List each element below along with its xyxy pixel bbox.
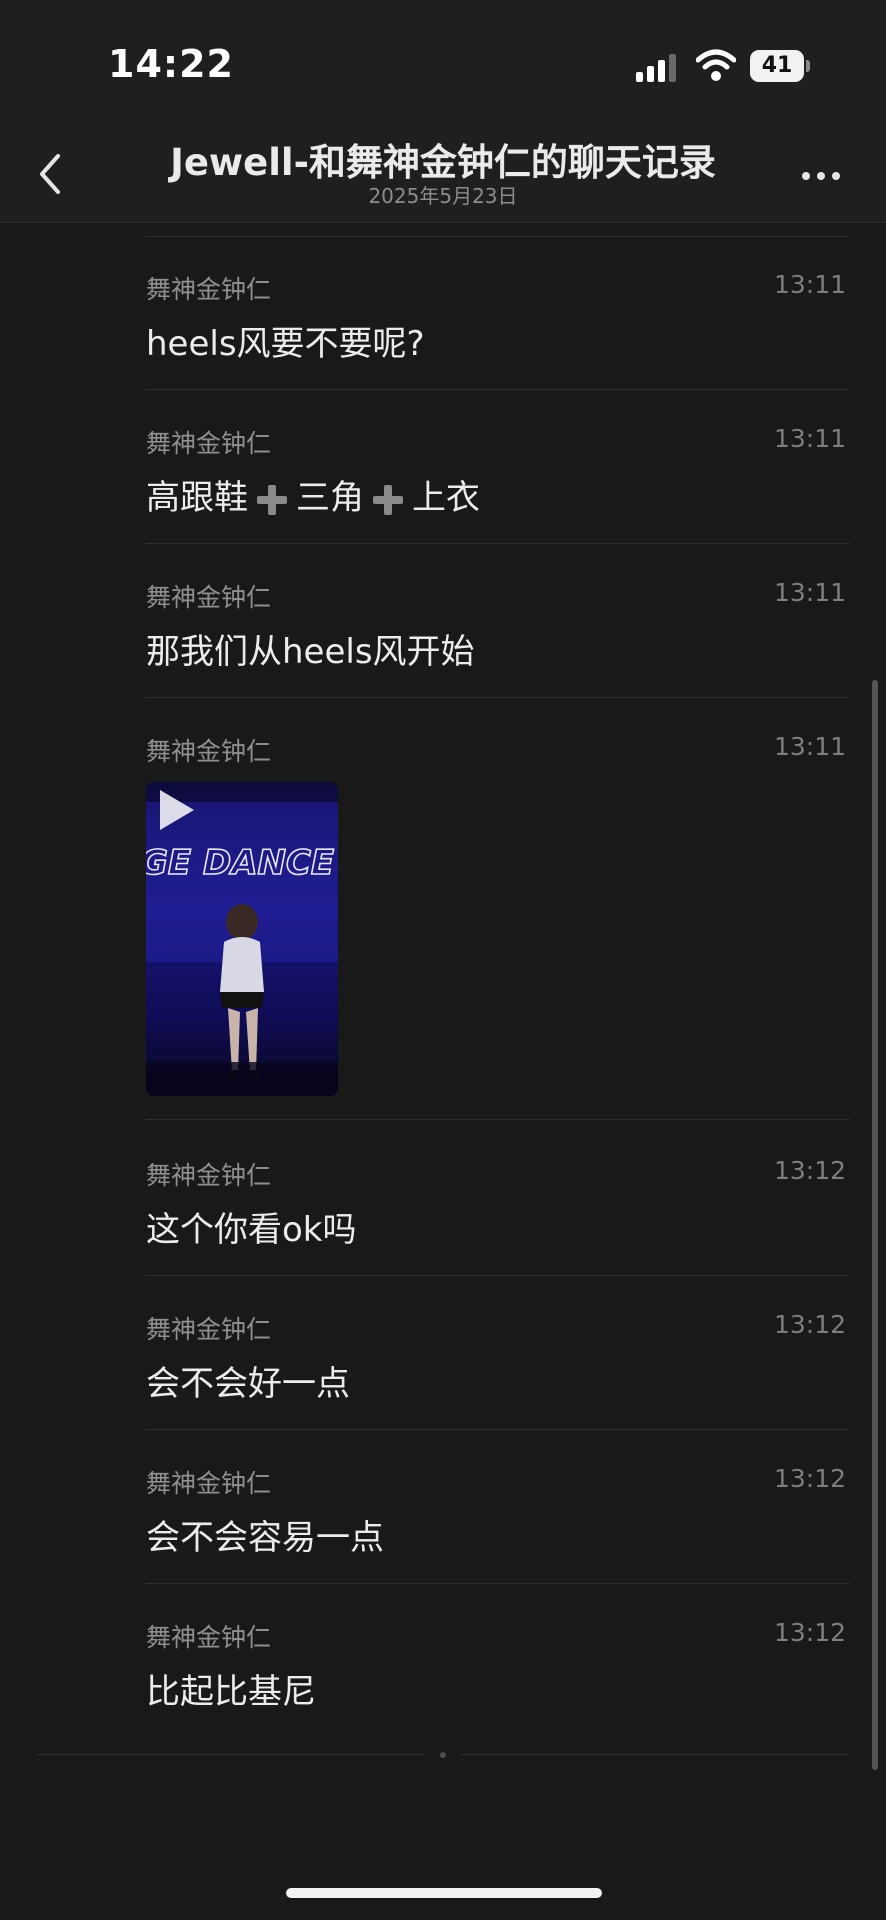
message-sender: 舞神金钟仁	[146, 737, 272, 766]
message-item[interactable]: 舞神金钟仁 13:12 比起比基尼	[146, 1604, 850, 1738]
page-title: Jewell-和舞神金钟仁的聊天记录	[170, 141, 716, 184]
page-subtitle: 2025年5月23日	[368, 184, 518, 208]
message-text: heels风要不要呢?	[146, 324, 425, 364]
message-time: 13:12	[773, 1464, 846, 1493]
end-divider	[36, 1754, 426, 1755]
message-sender: 舞神金钟仁	[146, 1315, 272, 1344]
message-time: 13:12	[773, 1618, 846, 1647]
message-text: 比起比基尼	[146, 1672, 316, 1712]
scrollbar[interactable]	[872, 680, 878, 1770]
divider	[146, 543, 850, 544]
divider	[146, 1275, 850, 1276]
message-time: 13:11	[773, 578, 846, 607]
message-time: 13:11	[773, 732, 846, 761]
cellular-signal-icon	[636, 54, 676, 82]
home-indicator[interactable]	[286, 1888, 602, 1898]
message-item[interactable]: 舞神金钟仁 13:11 高跟鞋 三角 上衣	[146, 410, 850, 544]
battery-icon: 41	[750, 50, 810, 82]
message-sender: 舞神金钟仁	[146, 1623, 272, 1652]
message-text-part: 高跟鞋	[146, 478, 248, 518]
divider	[146, 1119, 850, 1120]
more-dot-icon	[817, 172, 825, 180]
message-text: 那我们从heels风开始	[146, 632, 475, 672]
divider	[146, 697, 850, 698]
message-item[interactable]: 舞神金钟仁 13:12 这个你看ok吗	[146, 1142, 850, 1276]
message-item[interactable]: 舞神金钟仁 13:11 GE DANCE	[146, 718, 850, 1120]
message-sender: 舞神金钟仁	[146, 583, 272, 612]
message-sender: 舞神金钟仁	[146, 275, 272, 304]
message-text: 会不会容易一点	[146, 1518, 384, 1558]
message-text-part: 三角	[296, 478, 364, 518]
wifi-icon	[696, 49, 736, 81]
end-dot-icon	[440, 1752, 446, 1758]
message-item[interactable]: 舞神金钟仁 13:12 会不会容易一点	[146, 1450, 850, 1584]
more-dot-icon	[802, 172, 810, 180]
message-sender: 舞神金钟仁	[146, 1469, 272, 1498]
divider	[146, 389, 850, 390]
message-sender: 舞神金钟仁	[146, 429, 272, 458]
message-time: 13:12	[773, 1156, 846, 1185]
more-dot-icon	[832, 172, 840, 180]
more-button[interactable]	[796, 160, 846, 190]
nav-bar: Jewell-和舞神金钟仁的聊天记录 2025年5月23日	[0, 130, 886, 223]
message-time: 13:12	[773, 1310, 846, 1339]
divider	[146, 236, 850, 237]
video-caption: GE DANCE	[146, 843, 334, 883]
message-sender: 舞神金钟仁	[146, 1161, 272, 1190]
message-item[interactable]: 舞神金钟仁 13:12 会不会好一点	[146, 1296, 850, 1430]
plus-emoji-icon	[373, 484, 403, 515]
message-text-part: 上衣	[412, 478, 480, 518]
status-time: 14:22	[108, 42, 234, 86]
plus-emoji-icon	[257, 484, 287, 515]
message-text: 会不会好一点	[146, 1364, 350, 1404]
message-time: 13:11	[773, 424, 846, 453]
status-bar: 14:22 41	[0, 0, 886, 130]
message-text: 这个你看ok吗	[146, 1210, 357, 1250]
divider	[146, 1583, 850, 1584]
divider	[146, 1429, 850, 1430]
battery-level: 41	[761, 53, 793, 78]
message-time: 13:11	[773, 270, 846, 299]
play-icon[interactable]	[146, 782, 202, 838]
video-thumbnail[interactable]: GE DANCE	[146, 782, 338, 1096]
message-item[interactable]: 舞神金钟仁 13:11 heels风要不要呢?	[146, 256, 850, 390]
message-item[interactable]: 舞神金钟仁 13:11 那我们从heels风开始	[146, 564, 850, 698]
message-text: 高跟鞋 三角 上衣	[146, 470, 480, 519]
back-button[interactable]	[30, 146, 74, 202]
end-divider	[460, 1754, 850, 1755]
